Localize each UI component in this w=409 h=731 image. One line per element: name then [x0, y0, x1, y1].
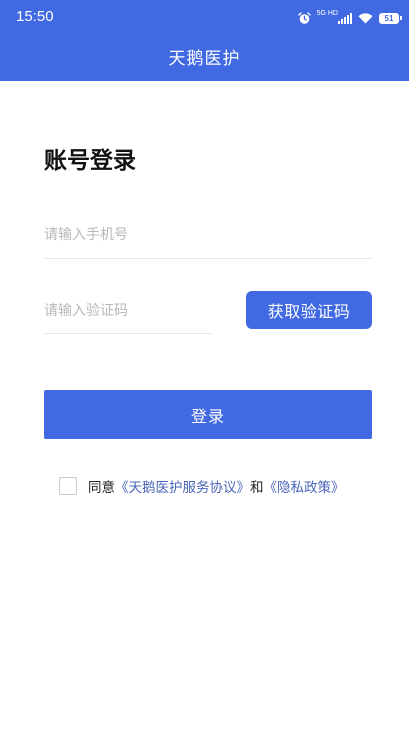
service-agreement-link[interactable]: 《天鹅医护服务协议》	[115, 476, 250, 496]
app-header: 15:50 5G HD 51 天鹅医护	[0, 0, 409, 81]
app-title: 天鹅医护	[168, 49, 241, 69]
page-title: 账号登录	[44, 148, 136, 174]
login-button[interactable]: 登录	[44, 390, 372, 439]
phone-underline	[44, 258, 372, 259]
get-code-button[interactable]: 获取验证码	[246, 291, 372, 329]
agreement-prefix: 同意	[88, 480, 115, 496]
wifi-icon	[358, 12, 373, 23]
network-label: 5G HD	[316, 9, 338, 17]
battery-icon: 51	[379, 12, 402, 24]
status-icons: 5G HD 51	[297, 9, 402, 27]
status-time: 15:50	[16, 8, 54, 25]
verification-code-input[interactable]	[44, 296, 212, 326]
battery-level: 51	[384, 13, 394, 23]
phone-input[interactable]	[44, 220, 372, 250]
privacy-policy-link[interactable]: 《隐私政策》	[264, 476, 345, 496]
agreement-row: 同意 《天鹅医护服务协议》 和 《隐私政策》	[59, 476, 345, 496]
agreement-checkbox[interactable]	[59, 477, 77, 495]
signal-icon	[338, 12, 352, 24]
agreement-connector: 和	[250, 480, 264, 496]
code-underline	[44, 333, 212, 334]
alarm-icon	[297, 11, 311, 24]
